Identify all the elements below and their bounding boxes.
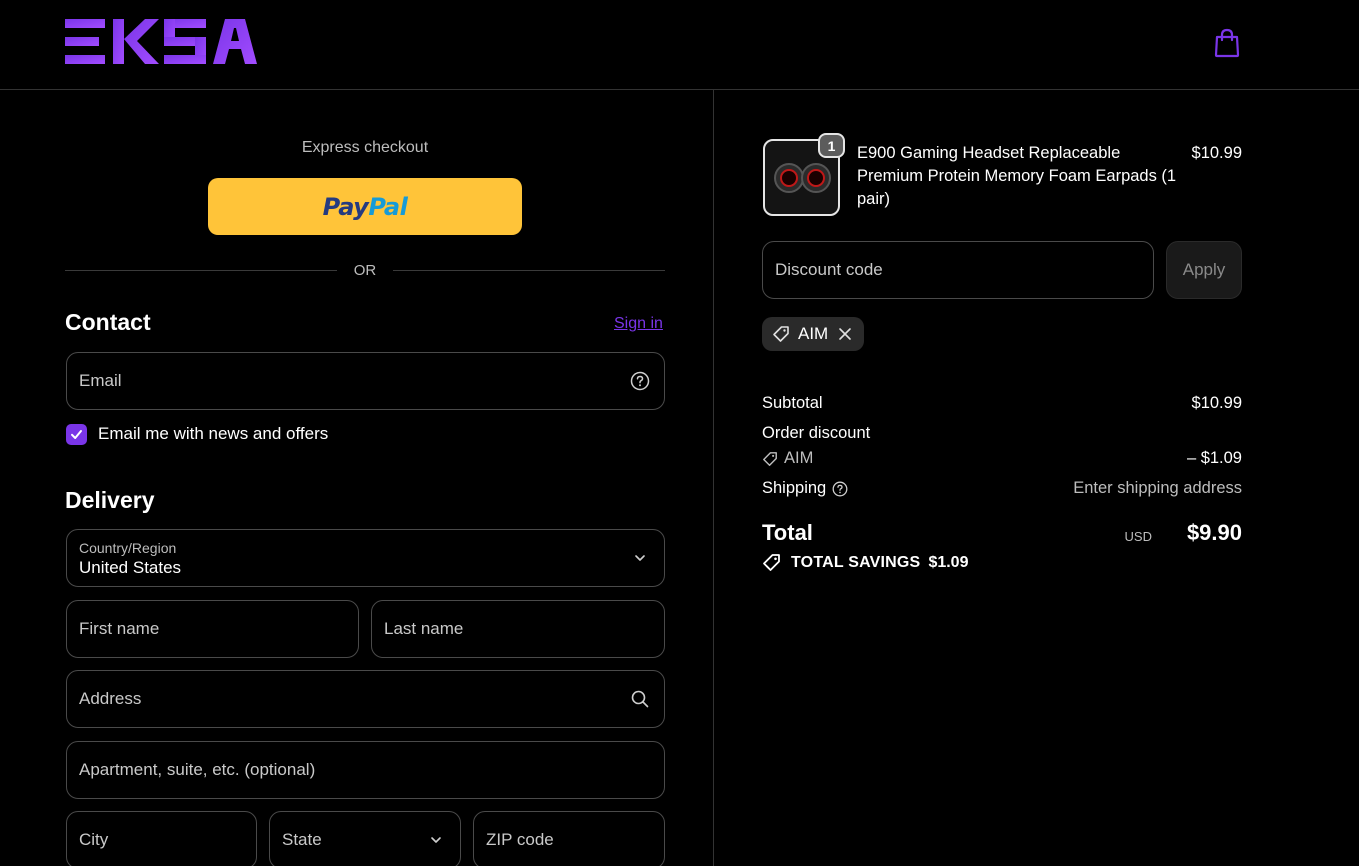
eksa-logo[interactable] bbox=[65, 17, 257, 67]
email-field[interactable]: Email bbox=[66, 352, 665, 410]
order-discount-row: Order discount bbox=[762, 424, 1242, 443]
apartment-field[interactable]: Apartment, suite, etc. (optional) bbox=[66, 741, 665, 799]
search-icon bbox=[631, 690, 649, 708]
newsletter-label: Email me with news and offers bbox=[98, 424, 329, 443]
shopping-bag-icon[interactable] bbox=[1213, 28, 1241, 58]
paypal-pal-text: Pal bbox=[368, 192, 408, 221]
apartment-placeholder: Apartment, suite, etc. (optional) bbox=[79, 760, 316, 779]
discount-placeholder: Discount code bbox=[775, 260, 883, 279]
total-savings: TOTAL SAVINGS $1.09 bbox=[762, 553, 968, 573]
discount-code-input[interactable]: Discount code bbox=[762, 241, 1154, 299]
apply-button[interactable]: Apply bbox=[1166, 241, 1242, 299]
chevron-down-icon bbox=[431, 837, 441, 843]
column-divider bbox=[713, 90, 714, 866]
total-value: $9.90 bbox=[1186, 520, 1242, 545]
subtotal-value: $10.99 bbox=[1191, 394, 1242, 412]
address-field[interactable]: Address bbox=[66, 670, 665, 728]
city-placeholder: City bbox=[79, 830, 109, 849]
first-name-placeholder: First name bbox=[79, 619, 160, 638]
checkmark-icon bbox=[71, 429, 82, 439]
subtotal-row: Subtotal $10.99 bbox=[762, 394, 1242, 413]
paypal-pay-text: Pay bbox=[322, 192, 369, 221]
tag-icon bbox=[763, 451, 777, 466]
tag-icon bbox=[763, 554, 780, 571]
quantity-badge: 1 bbox=[818, 133, 845, 158]
or-line-right bbox=[393, 270, 665, 271]
header bbox=[0, 0, 1359, 90]
savings-value: $1.09 bbox=[928, 554, 969, 571]
discount-value: – $1.09 bbox=[1186, 449, 1242, 467]
help-circle-icon[interactable] bbox=[832, 481, 848, 497]
or-line-left bbox=[65, 270, 337, 271]
newsletter-checkbox[interactable] bbox=[66, 423, 87, 445]
first-name-field[interactable]: First name bbox=[66, 600, 359, 658]
zip-placeholder: ZIP code bbox=[486, 830, 554, 849]
or-divider: OR bbox=[65, 260, 665, 282]
tag-icon bbox=[773, 326, 789, 342]
discount-code-label: AIM bbox=[784, 449, 814, 467]
city-field[interactable]: City bbox=[66, 811, 257, 866]
currency-code: USD bbox=[1124, 529, 1152, 544]
paypal-button[interactable]: Pay Pal bbox=[208, 178, 522, 235]
discount-code-tag: AIM bbox=[762, 449, 813, 468]
newsletter-row: Email me with news and offers bbox=[66, 423, 328, 445]
delivery-title: Delivery bbox=[65, 487, 155, 513]
or-label: OR bbox=[353, 262, 377, 279]
shipping-label: Shipping bbox=[762, 479, 827, 497]
country-label: Country/Region bbox=[79, 540, 177, 556]
savings-label: TOTAL SAVINGS bbox=[791, 554, 921, 571]
express-checkout-label: Express checkout bbox=[301, 139, 429, 156]
zip-field[interactable]: ZIP code bbox=[473, 811, 665, 866]
product-price: $10.99 bbox=[1191, 144, 1242, 162]
sign-in-link[interactable]: Sign in bbox=[614, 315, 663, 333]
applied-code-text: AIM bbox=[798, 324, 829, 343]
state-placeholder: State bbox=[282, 830, 322, 849]
contact-title: Contact bbox=[65, 309, 151, 335]
total-label: Total bbox=[762, 520, 813, 545]
shipping-row: Shipping Enter shipping address bbox=[762, 479, 1242, 498]
shipping-value: Enter shipping address bbox=[1073, 479, 1242, 497]
address-placeholder: Address bbox=[79, 689, 142, 708]
subtotal-label: Subtotal bbox=[762, 394, 823, 412]
email-placeholder: Email bbox=[79, 371, 122, 390]
close-icon[interactable] bbox=[838, 327, 852, 341]
chevron-down-icon bbox=[635, 555, 645, 561]
order-discount-label: Order discount bbox=[762, 424, 871, 442]
discount-code-row: AIM – $1.09 bbox=[762, 449, 1242, 472]
product-name: E900 Gaming Headset Replaceable Premium … bbox=[857, 144, 1177, 208]
state-select[interactable]: State bbox=[269, 811, 461, 866]
country-select[interactable]: Country/Region United States bbox=[66, 529, 665, 587]
last-name-placeholder: Last name bbox=[384, 619, 464, 638]
country-value: United States bbox=[79, 558, 182, 577]
help-circle-icon[interactable] bbox=[630, 371, 650, 391]
applied-discount-chip: AIM bbox=[762, 317, 864, 351]
last-name-field[interactable]: Last name bbox=[371, 600, 665, 658]
